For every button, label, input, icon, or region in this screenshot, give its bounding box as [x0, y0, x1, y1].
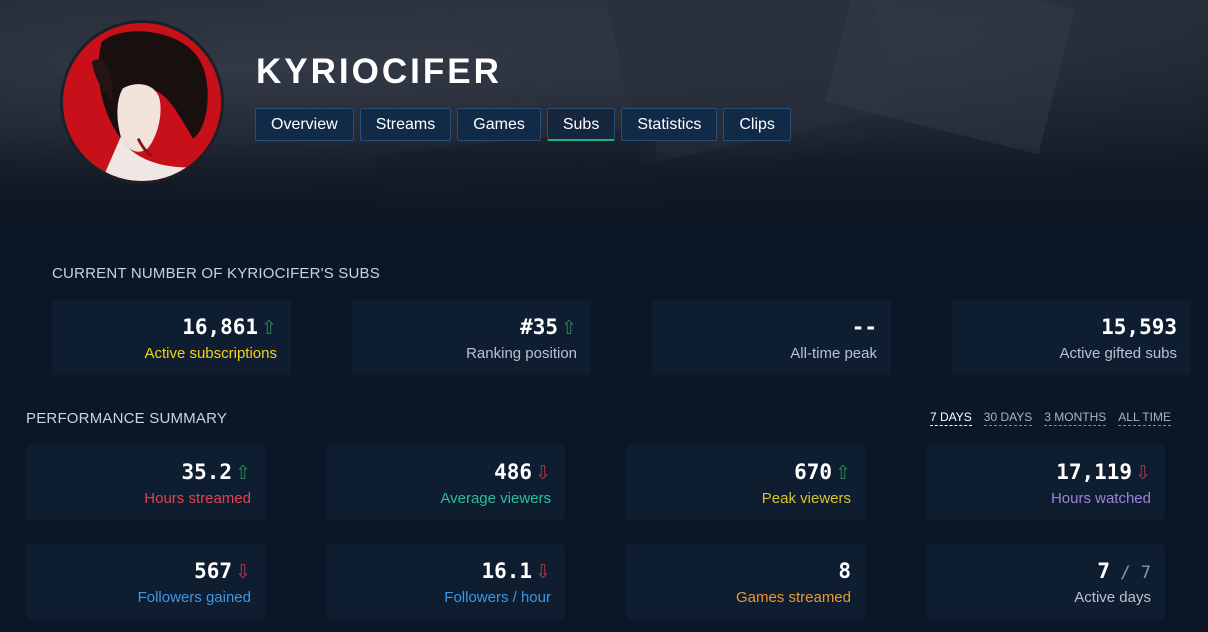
channel-tabs: Overview Streams Games Subs Statistics C… — [255, 108, 791, 141]
performance-stat-card: 486 ⇩ Average viewers — [326, 445, 565, 520]
stat-label: Followers / hour — [444, 589, 551, 606]
stat-label: Active gifted subs — [1059, 345, 1177, 362]
stat-number: #35 — [520, 315, 559, 339]
tab-clips[interactable]: Clips — [723, 108, 791, 141]
stat-value: 486 ⇩ — [494, 460, 551, 484]
stat-value: 15,593 — [1101, 315, 1177, 339]
stat-label: Games streamed — [735, 589, 851, 606]
tab-games[interactable]: Games — [457, 108, 541, 141]
stat-label: Followers gained — [137, 589, 251, 606]
arrow-up-icon: ⇧ — [561, 317, 577, 339]
stat-number: -- — [851, 315, 877, 339]
avatar-illustration — [63, 23, 221, 181]
arrow-up-icon: ⇧ — [235, 462, 251, 484]
arrow-down-icon: ⇩ — [535, 561, 551, 583]
arrow-up-icon: ⇧ — [835, 462, 851, 484]
subs-section-title: CURRENT NUMBER OF KYRIOCIFER'S SUBS — [52, 265, 380, 282]
stat-number: 567 — [194, 559, 233, 583]
performance-stat-card: 8 Games streamed — [626, 544, 865, 619]
tab-streams[interactable]: Streams — [359, 108, 452, 141]
stat-value: 35.2 ⇧ — [182, 460, 252, 484]
stat-number: 670 — [794, 460, 833, 484]
stat-number: 8 — [838, 559, 851, 583]
stat-value: -- — [852, 315, 877, 339]
performance-stat-card: 17,119 ⇩ Hours watched — [926, 445, 1165, 520]
stat-value: 16,861 ⇧ — [182, 315, 277, 339]
stat-label: Hours streamed — [144, 490, 251, 507]
arrow-down-icon: ⇩ — [235, 561, 251, 583]
stat-number: 486 — [494, 460, 533, 484]
tab-subs[interactable]: Subs — [546, 108, 616, 141]
stat-number: 7 — [1097, 559, 1111, 583]
tab-overview[interactable]: Overview — [255, 108, 354, 141]
subs-stat-card: 16,861 ⇧ Active subscriptions — [52, 300, 291, 375]
time-range-selector: 7 DAYS 30 DAYS 3 MONTHS ALL TIME — [930, 410, 1171, 426]
arrow-down-icon: ⇩ — [535, 462, 551, 484]
stat-number: 35.2 — [181, 460, 233, 484]
arrow-up-icon: ⇧ — [261, 317, 277, 339]
stat-number: 15,593 — [1101, 315, 1177, 339]
channel-name: KYRIOCIFER — [256, 52, 502, 91]
range-all-time[interactable]: ALL TIME — [1118, 410, 1171, 426]
stat-number: 17,119 — [1056, 460, 1133, 484]
range-3-months[interactable]: 3 MONTHS — [1044, 410, 1107, 426]
performance-stat-card: 567 ⇩ Followers gained — [26, 544, 265, 619]
arrow-down-icon: ⇩ — [1135, 462, 1151, 484]
performance-stat-card: 16.1 ⇩ Followers / hour — [326, 544, 565, 619]
stat-number: 16,861 — [182, 315, 259, 339]
stat-label: All-time peak — [790, 345, 877, 362]
stat-value: 16.1 ⇩ — [482, 559, 552, 583]
range-30-days[interactable]: 30 DAYS — [983, 410, 1033, 426]
stat-label: Active days — [1074, 589, 1151, 606]
stat-value: #35 ⇧ — [520, 315, 577, 339]
stat-total: / 7 — [1110, 563, 1151, 583]
subs-stat-card: #35 ⇧ Ranking position — [352, 300, 591, 375]
stat-value: 7 / 7 — [1097, 559, 1151, 583]
performance-stat-card: 670 ⇧ Peak viewers — [626, 445, 865, 520]
subs-stat-card: 15,593 Active gifted subs — [952, 300, 1191, 375]
subs-stat-card: -- All-time peak — [652, 300, 891, 375]
stat-label: Average viewers — [440, 490, 551, 507]
tab-statistics[interactable]: Statistics — [621, 108, 718, 141]
stat-value: 670 ⇧ — [794, 460, 851, 484]
stat-value: 8 — [838, 559, 851, 583]
performance-section-title: PERFORMANCE SUMMARY — [26, 410, 228, 427]
stat-value: 17,119 ⇩ — [1056, 460, 1151, 484]
performance-stat-card: 35.2 ⇧ Hours streamed — [26, 445, 265, 520]
stat-label: Ranking position — [466, 345, 577, 362]
stat-label: Active subscriptions — [144, 345, 277, 362]
channel-avatar — [60, 20, 224, 184]
performance-stat-card: 7 / 7 Active days — [926, 544, 1165, 619]
stat-label: Peak viewers — [761, 490, 851, 507]
stat-number: 16.1 — [481, 559, 533, 583]
stat-label: Hours watched — [1050, 490, 1151, 507]
range-7-days[interactable]: 7 DAYS — [930, 410, 972, 426]
stat-value: 567 ⇩ — [194, 559, 251, 583]
